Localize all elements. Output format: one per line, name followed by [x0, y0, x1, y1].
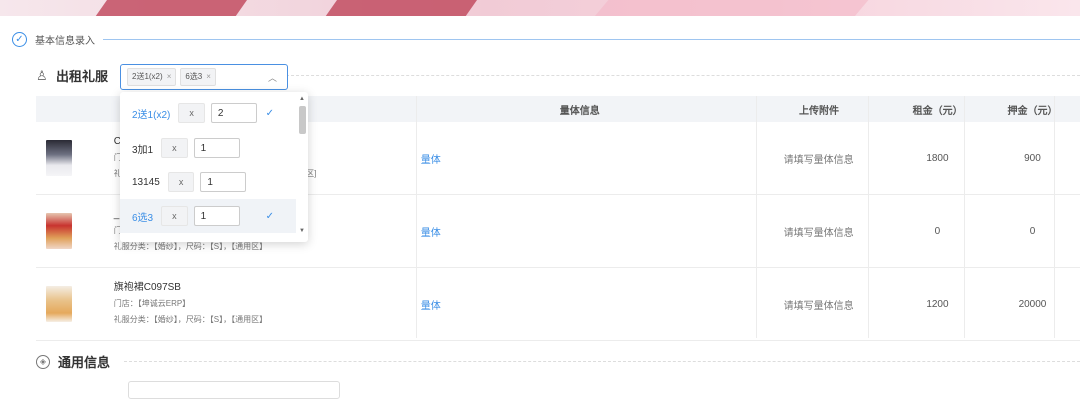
dress-store: 门店：【坤诚云ERP】 — [113, 299, 191, 308]
deposit-value: 900 — [1024, 152, 1041, 164]
general-label: 通用信息 — [58, 355, 111, 370]
option-label: 6选3 — [132, 212, 154, 224]
check-icon: ✓ — [265, 107, 274, 119]
quantity-input[interactable]: 1 — [193, 206, 240, 226]
header-banner — [0, 0, 1080, 16]
user-icon: ♙ — [36, 67, 48, 83]
selected-tag: 2送1(x2) × — [127, 68, 177, 86]
scroll-up-icon[interactable]: ▲ — [299, 96, 305, 102]
cube-icon: ◈ — [36, 354, 50, 369]
volume-link[interactable]: 量体 — [421, 297, 748, 312]
multiplier-label: x — [167, 172, 195, 192]
volume-link[interactable]: 量体 — [421, 224, 748, 239]
dress-thumbnail — [46, 286, 72, 322]
deposit-value: 0 — [1029, 225, 1036, 237]
chevron-up-icon[interactable]: ︿ — [268, 71, 277, 84]
quantity-input[interactable]: 2 — [210, 103, 257, 123]
header-rent: 租金（元） — [912, 105, 963, 117]
dress-thumbnail — [46, 213, 72, 249]
package-dropdown: 2送1(x2) x 2 ✓ 3加1 x 1 13145 x 1 6选3 x 1 … — [120, 92, 308, 242]
deposit-value: 20000 — [1018, 298, 1047, 310]
column-divider — [1054, 96, 1055, 338]
header-deposit: 押金（元） — [1007, 105, 1058, 117]
dropdown-option[interactable]: 2送1(x2) x 2 ✓ — [120, 96, 296, 130]
package-select[interactable]: 2送1(x2) × 6选3 × ︿ — [120, 64, 288, 90]
column-divider — [964, 96, 965, 338]
volume-link[interactable]: 量体 — [421, 151, 748, 166]
dress-category: 礼服分类：【婚纱】，尺码：【S】，【通用区】 — [113, 315, 268, 324]
header-volume: 量体信息 — [559, 105, 600, 117]
quantity-input[interactable]: 1 — [193, 138, 240, 158]
multiplier-label: x — [178, 103, 205, 123]
option-label: 13145 — [132, 176, 160, 188]
dropdown-option[interactable]: 13145 x 1 — [120, 165, 296, 199]
rent-value: 1200 — [926, 298, 949, 310]
general-header: ◈ 通用信息 — [36, 352, 1080, 371]
dress-name: 旗袍裙C097SB — [113, 282, 181, 293]
scroll-thumb[interactable] — [299, 106, 306, 134]
rental-label: 出租礼服 — [56, 69, 109, 84]
section-header: ✓ 基本信息录入 — [12, 32, 1080, 47]
rent-value: 0 — [934, 225, 941, 237]
section-title: 基本信息录入 — [35, 36, 95, 47]
tag-remove-icon[interactable]: × — [206, 69, 211, 85]
multiplier-label: x — [161, 138, 188, 158]
multiplier-label: x — [161, 206, 188, 226]
column-divider — [756, 96, 757, 338]
rent-value: 1800 — [926, 152, 949, 164]
option-label: 2送1(x2) — [132, 109, 171, 121]
general-input[interactable] — [128, 381, 340, 399]
quantity-input[interactable]: 1 — [200, 172, 247, 192]
column-divider — [416, 96, 417, 338]
dress-thumbnail — [46, 140, 72, 176]
rental-divider — [256, 75, 1080, 76]
column-divider — [868, 96, 869, 338]
section-divider — [103, 39, 1080, 40]
check-circle-icon: ✓ — [12, 32, 27, 47]
general-divider — [124, 361, 1080, 362]
dropdown-scrollbar[interactable]: ▲ ▼ — [298, 96, 306, 234]
check-icon: ✓ — [265, 210, 274, 222]
table-row: 旗袍裙C097SB 门店：【坤诚云ERP】 礼服分类：【婚纱】，尺码：【S】，【… — [36, 268, 1080, 341]
dropdown-option[interactable]: 3加1 x 1 — [120, 131, 296, 165]
option-label: 3加1 — [132, 144, 154, 156]
tag-remove-icon[interactable]: × — [167, 69, 172, 85]
scroll-down-icon[interactable]: ▼ — [299, 228, 305, 234]
selected-tag: 6选3 × — [180, 68, 216, 86]
dropdown-option[interactable]: 6选3 x 1 ✓ — [120, 199, 296, 233]
